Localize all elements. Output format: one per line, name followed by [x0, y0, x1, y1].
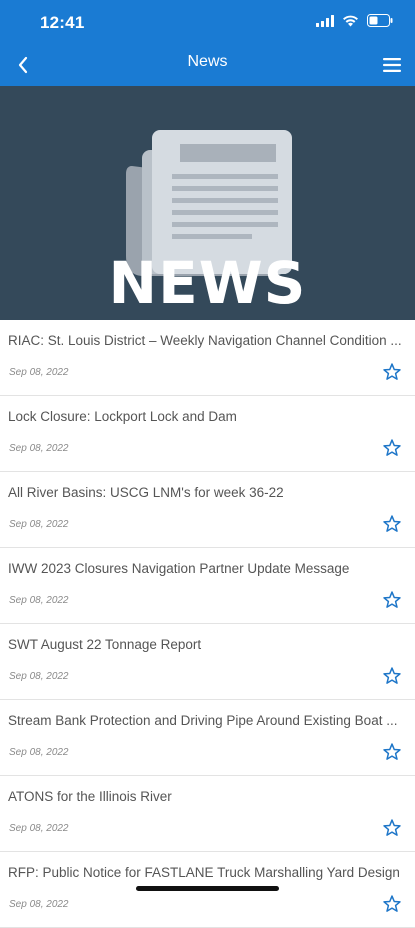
news-item[interactable]: All River Basins: USCG LNM's for week 36… [0, 472, 415, 548]
news-item-title: Lock Closure: Lockport Lock and Dam [8, 409, 237, 424]
news-item-date: Sep 08, 2022 [9, 823, 69, 834]
news-item[interactable]: SWT August 22 Tonnage Report Sep 08, 2022 [0, 624, 415, 700]
news-item[interactable]: ATONS for the Illinois River Sep 08, 2022 [0, 776, 415, 852]
page-title: News [187, 53, 228, 70]
news-item-date: Sep 08, 2022 [9, 519, 69, 530]
status-icons [316, 14, 393, 32]
favorite-star-icon[interactable] [382, 818, 402, 838]
news-item-title: All River Basins: USCG LNM's for week 36… [8, 485, 284, 500]
signal-icon [316, 14, 334, 32]
news-item-date: Sep 08, 2022 [9, 899, 69, 910]
favorite-star-icon[interactable] [382, 742, 402, 762]
menu-button[interactable] [379, 52, 405, 78]
battery-icon [367, 14, 393, 32]
news-list: RIAC: St. Louis District – Weekly Naviga… [0, 320, 415, 928]
home-indicator[interactable] [136, 886, 279, 891]
news-item-date: Sep 08, 2022 [9, 367, 69, 378]
news-item[interactable]: Lock Closure: Lockport Lock and Dam Sep 0… [0, 396, 415, 472]
news-item-title: RIAC: St. Louis District – Weekly Naviga… [8, 333, 402, 348]
news-item-date: Sep 08, 2022 [9, 595, 69, 606]
news-item[interactable]: Stream Bank Protection and Driving Pipe … [0, 700, 415, 776]
news-item-title: Stream Bank Protection and Driving Pipe … [8, 713, 398, 728]
favorite-star-icon[interactable] [382, 590, 402, 610]
news-item-title: RFP: Public Notice for FASTLANE Truck Ma… [8, 865, 400, 880]
nav-bar: News [0, 44, 415, 86]
news-item-date: Sep 08, 2022 [9, 443, 69, 454]
favorite-star-icon[interactable] [382, 362, 402, 382]
wifi-icon [342, 14, 359, 32]
news-item-date: Sep 08, 2022 [9, 671, 69, 682]
favorite-star-icon[interactable] [382, 438, 402, 458]
favorite-star-icon[interactable] [382, 894, 402, 914]
news-item-date: Sep 08, 2022 [9, 747, 69, 758]
news-item-title: SWT August 22 Tonnage Report [8, 637, 202, 652]
news-item-title: ATONS for the Illinois River [8, 789, 172, 804]
news-item-title: IWW 2023 Closures Navigation Partner Upd… [8, 561, 350, 576]
news-item[interactable]: IWW 2023 Closures Navigation Partner Upd… [0, 548, 415, 624]
status-bar: 12:41 [0, 0, 415, 44]
news-banner-label: NEWS [108, 249, 307, 317]
news-item[interactable]: RIAC: St. Louis District – Weekly Naviga… [0, 320, 415, 396]
hamburger-menu-icon [383, 58, 401, 72]
favorite-star-icon[interactable] [382, 666, 402, 686]
favorite-star-icon[interactable] [382, 514, 402, 534]
status-time: 12:41 [40, 13, 85, 32]
news-banner: NEWS [0, 86, 415, 320]
